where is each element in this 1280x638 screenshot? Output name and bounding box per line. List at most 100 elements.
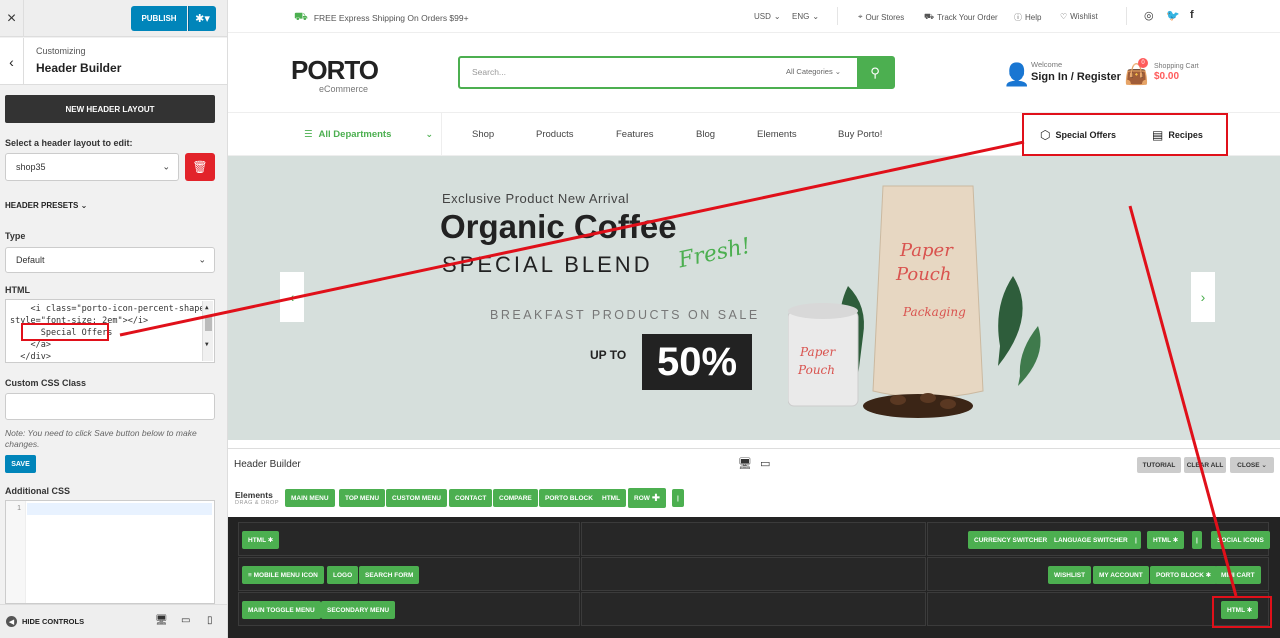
wishlist-link[interactable]: ♡ Wishlist [1060,12,1098,21]
highlight-html-block [1212,596,1272,628]
svg-text:Paper: Paper [799,345,836,359]
textarea-scrollbar[interactable]: ▲ ▼ [202,301,213,361]
row1-social-icons[interactable]: SOCIAL ICONS [1211,531,1270,549]
nav-blog[interactable]: Blog [696,129,715,140]
twitter-icon[interactable]: 🐦 [1166,9,1180,22]
row1-html-block-right[interactable]: HTML ✱ [1147,531,1185,549]
element-porto-block[interactable]: PORTO BLOCK [539,489,599,507]
publish-settings-gear-icon[interactable]: ✱▾ [188,6,216,31]
row1-html-block[interactable]: HTML ✱ [242,531,280,549]
row1-center-cell[interactable] [581,522,926,556]
gear-icon: ✱ [1172,537,1179,544]
publish-button[interactable]: PUBLISH [131,6,187,31]
facebook-icon[interactable]: f [1190,9,1194,21]
site-logo[interactable]: PORTO eCommerce [291,55,379,94]
slider-prev-button[interactable]: ‹ [280,272,304,322]
track-order-link[interactable]: ⛟ Track Your Order [924,12,998,22]
code-line: <i class="porto-icon-percent-shape" [10,304,210,314]
collapse-arrow-icon: ◀ [6,616,17,627]
row2-center-cell[interactable] [581,557,926,591]
row3-main-toggle-menu[interactable]: MAIN TOGGLE MENU [242,601,321,619]
custom-css-class-input[interactable] [5,393,215,420]
html-code-textarea[interactable]: <i class="porto-icon-percent-shape" styl… [5,299,215,363]
nav-buy-porto[interactable]: Buy Porto! [838,129,882,140]
additional-css-editor[interactable]: 1 [5,500,215,604]
percent-shape-icon: ⬡ [1040,128,1051,142]
row2-my-account[interactable]: MY ACCOUNT [1093,566,1149,584]
slider-next-button[interactable]: › [1191,272,1215,322]
element-compare[interactable]: COMPARE [493,489,538,507]
type-select[interactable]: Default ⌄ [5,247,215,273]
row1-divider[interactable]: | [1131,531,1141,549]
porto-block-label: PORTO BLOCK [1156,571,1204,579]
language-value: ENG [792,12,810,21]
element-contact[interactable]: CONTACT [449,489,493,507]
element-top-menu[interactable]: TOP MENU [339,489,386,507]
new-header-layout-button[interactable]: NEW HEADER LAYOUT [5,95,215,123]
row1-currency-switcher[interactable]: CURRENCY SWITCHER [968,531,1054,549]
close-icon[interactable]: × [0,0,24,37]
desktop-preview-icon[interactable]: 🖥 [155,615,168,626]
row2-mini-cart[interactable]: MINI CART [1215,566,1261,584]
layout-select[interactable]: shop35 ⌄ [5,153,179,181]
customizer-window: × PUBLISH ✱▾ ‹ Customizing Header Builde… [0,0,1280,638]
delete-layout-trash-icon[interactable]: 🗑 [185,153,215,181]
language-switcher[interactable]: ENG ⌄ [792,12,819,21]
row2-wishlist[interactable]: WISHLIST [1048,566,1092,584]
instagram-icon[interactable]: ◎ [1144,9,1154,22]
special-offers-link[interactable]: ⬡ Special Offers [1040,128,1116,142]
line-number-gutter: 1 [6,501,26,603]
search-input[interactable]: Search... [472,67,506,77]
help-link[interactable]: ⓘ Help [1014,12,1041,23]
chevron-down-icon: ⌄ [162,161,170,172]
desktop-preview-icon[interactable]: 🖥 [738,457,752,470]
mobile-preview-icon[interactable]: ▯ [207,615,213,626]
help-label: Help [1025,13,1042,22]
close-builder-button[interactable]: CLOSE ⌄ [1230,457,1274,473]
scroll-thumb[interactable] [205,317,212,331]
row1-language-switcher[interactable]: LANGUAGE SWITCHER [1048,531,1134,549]
row2-porto-block[interactable]: PORTO BLOCK ✱ [1150,566,1218,584]
all-departments-toggle[interactable]: ☰ All Departments ⌄ [292,113,442,156]
element-custom-menu[interactable]: CUSTOM MENU [386,489,447,507]
row1-divider[interactable]: | [1192,531,1202,549]
select-layout-label: Select a header layout to edit: [5,138,133,148]
row3-center-cell[interactable] [581,592,926,626]
row2-search-form[interactable]: SEARCH FORM [359,566,420,584]
scroll-up-icon[interactable]: ▲ [205,302,209,314]
hero-script: Fresh! [676,233,753,274]
tablet-preview-icon[interactable]: ▭ [760,457,770,470]
tablet-preview-icon[interactable]: ▭ [181,615,190,626]
row3-secondary-menu[interactable]: SECONDARY MENU [321,601,396,619]
nav-shop[interactable]: Shop [472,129,494,140]
nav-features[interactable]: Features [616,129,654,140]
hero-upto: UP TO [590,348,627,362]
search-icon[interactable]: ⚲ [857,58,893,87]
our-stores-link[interactable]: ⌖ Our Stores [858,12,904,22]
scroll-down-icon[interactable]: ▼ [205,339,209,351]
header-presets-toggle[interactable]: HEADER PRESETS ⌄ [5,201,87,210]
currency-switcher[interactable]: USD ⌄ [754,12,781,21]
panel-topbar: × PUBLISH ✱▾ [0,0,227,37]
back-arrow-icon[interactable]: ‹ [0,38,24,85]
hero-percent: 50% [642,334,752,390]
tutorial-button[interactable]: TUTORIAL [1137,457,1181,473]
nav-elements[interactable]: Elements [757,129,797,140]
row2-logo[interactable]: LOGO [327,566,359,584]
element-html[interactable]: HTML [596,489,627,507]
hide-controls-button[interactable]: ◀ HIDE CONTROLS [6,616,84,627]
close-label: CLOSE [1237,461,1260,469]
clear-all-button[interactable]: CLEAR ALL [1184,457,1226,473]
element-main-menu[interactable]: MAIN MENU [285,489,335,507]
category-select[interactable]: All Categories ⌄ [786,67,841,76]
row2-mobile-menu-icon[interactable]: ≡ MOBILE MENU ICON [242,566,324,584]
element-row[interactable]: ROW ✚ [628,488,667,508]
recipes-label: Recipes [1168,130,1203,140]
signin-label: Sign In / Register [1031,71,1121,83]
nav-products[interactable]: Products [536,129,574,140]
row1-left-cell[interactable] [238,522,580,556]
recipes-link[interactable]: ▤ Recipes [1152,128,1203,142]
element-divider[interactable]: | [672,489,684,507]
welcome-label: Welcome [1031,60,1063,69]
save-button[interactable]: SAVE [5,455,36,473]
